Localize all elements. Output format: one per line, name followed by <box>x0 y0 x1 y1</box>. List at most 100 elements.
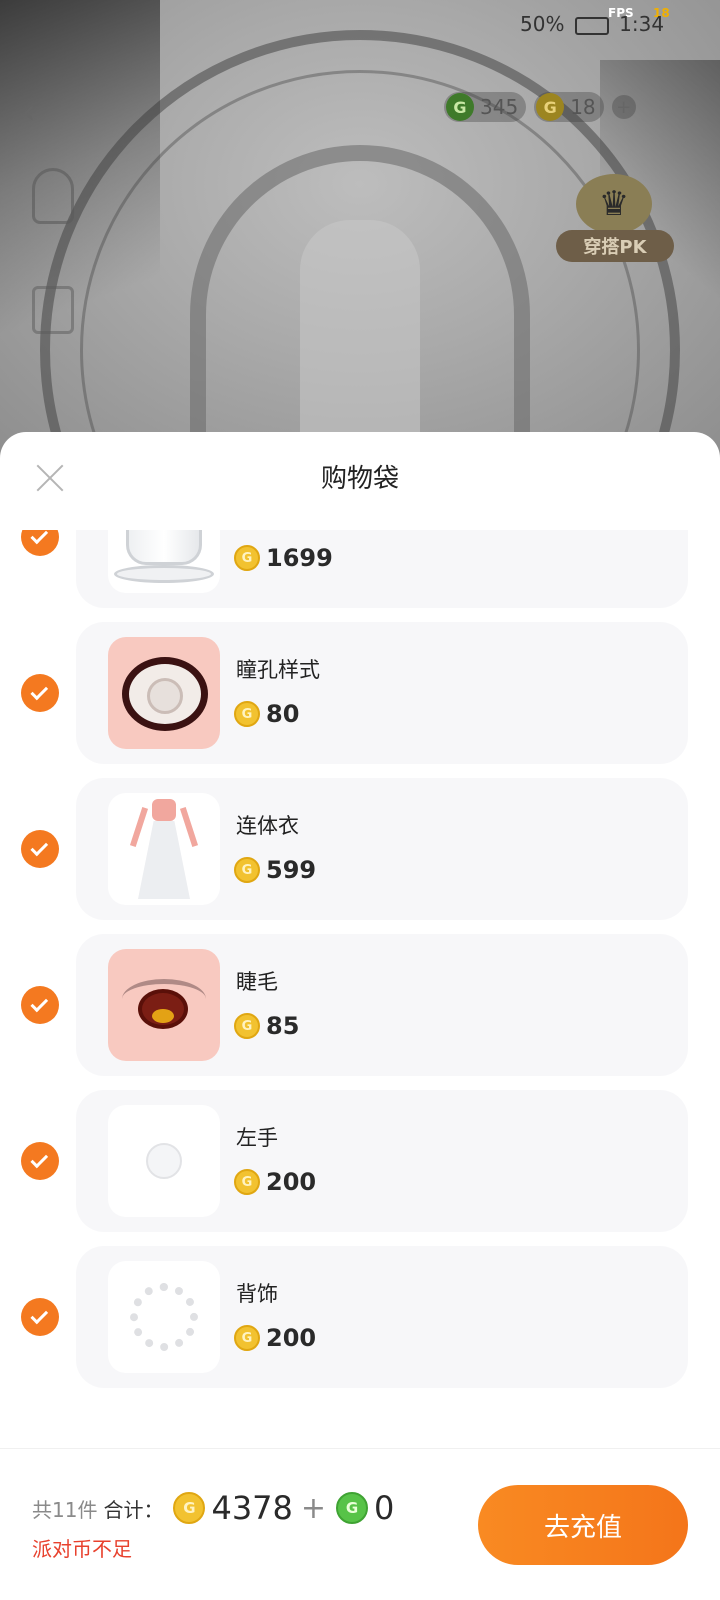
list-item: 瞳孔样式 G 80 <box>0 622 720 764</box>
item-thumbnail <box>108 637 220 749</box>
checkmark-icon <box>30 1306 49 1324</box>
item-price-value: 599 <box>266 856 317 884</box>
green-coin-icon: G <box>336 1492 369 1524</box>
crown-icon: ♛ <box>576 174 652 234</box>
green-total: 0 <box>374 1489 395 1527</box>
item-thumbnail <box>108 793 220 905</box>
item-card[interactable]: 连体衣 G 599 <box>76 778 688 920</box>
glass-vase-base <box>114 565 214 583</box>
glass-vase-image <box>126 530 202 565</box>
list-item: 睫毛 G 85 <box>0 934 720 1076</box>
item-checkbox[interactable] <box>21 1142 59 1180</box>
item-checkbox[interactable] <box>21 986 59 1024</box>
game-background: FPS 18 50% 1:34 ‹ G 345 G 18 + ♛ 穿搭PK <box>0 0 720 460</box>
item-price-value: 85 <box>266 1012 300 1040</box>
list-item: 背景 G 1699 <box>0 530 720 608</box>
item-thumbnail <box>108 1261 220 1373</box>
leaf-decoration-left <box>0 0 160 420</box>
wardrobe-icon[interactable] <box>32 286 74 334</box>
iris <box>147 678 183 714</box>
back-accessory-image <box>130 1283 198 1351</box>
shopping-bag-sheet: 购物袋 背景 G 1699 <box>0 432 720 1600</box>
item-card[interactable]: 睫毛 G 85 <box>76 934 688 1076</box>
checkmark-icon <box>30 530 49 544</box>
party-coin-icon: G <box>234 545 260 571</box>
item-price: G 200 <box>234 1324 316 1352</box>
item-price: G 200 <box>234 1168 316 1196</box>
outfit-pk-label: 穿搭PK <box>556 230 674 262</box>
total-label: 合计： <box>103 1497 164 1522</box>
checkmark-icon <box>30 1150 49 1168</box>
item-name: 背饰 <box>236 1282 278 1306</box>
checkout-footer: 共11件 合计： G 4378 + G 0 派对币不足 去充值 <box>0 1448 720 1600</box>
item-card[interactable]: 左手 G 200 <box>76 1090 688 1232</box>
item-thumbnail <box>108 1105 220 1217</box>
checkmark-icon <box>30 838 49 856</box>
total-summary: 共11件 合计： G 4378 + G 0 <box>32 1489 394 1527</box>
add-currency-icon[interactable]: + <box>611 95 636 119</box>
gold-coin-icon: G <box>536 93 565 121</box>
item-thumbnail <box>108 949 220 1061</box>
battery-icon <box>574 16 609 35</box>
green-coin-icon: G <box>446 93 474 121</box>
skirt <box>138 821 190 899</box>
item-checkbox[interactable] <box>21 830 59 868</box>
item-price-value: 80 <box>266 700 300 728</box>
gold-total: 4378 <box>211 1489 293 1527</box>
item-count: 共11件 <box>32 1497 98 1522</box>
checkmark-icon <box>30 682 49 700</box>
avatar-figure <box>300 220 420 460</box>
list-item: 背饰 G 200 <box>0 1246 720 1388</box>
item-name: 左手 <box>236 1126 278 1150</box>
item-name: 连体衣 <box>236 814 299 838</box>
party-coin-icon: G <box>234 1325 260 1351</box>
outfit-pk-badge[interactable]: ♛ 穿搭PK <box>556 174 674 266</box>
gold-currency-amount: 18 <box>570 95 596 119</box>
clock: 1:34 <box>619 12 665 36</box>
recharge-button[interactable]: 去充值 <box>478 1485 688 1565</box>
item-price-value: 1699 <box>266 544 333 572</box>
item-price: G 1699 <box>234 544 333 572</box>
item-thumbnail <box>108 530 220 593</box>
list-item: 连体衣 G 599 <box>0 778 720 920</box>
battery-percent: 50% <box>520 12 565 36</box>
item-card[interactable]: 背饰 G 200 <box>76 1246 688 1388</box>
item-price: G 80 <box>234 700 299 728</box>
jumpsuit-image <box>129 799 199 899</box>
pupil-style-image <box>122 657 208 731</box>
item-name: 睫毛 <box>236 970 278 994</box>
arm-right <box>179 807 199 847</box>
item-price-value: 200 <box>266 1324 317 1352</box>
party-coin-icon: G <box>234 1169 260 1195</box>
item-checkbox[interactable] <box>21 1298 59 1336</box>
hot-air-balloon-icon[interactable] <box>32 168 74 224</box>
party-coin-icon: G <box>234 1013 260 1039</box>
item-price-value: 200 <box>266 1168 317 1196</box>
bodice <box>152 799 176 821</box>
item-price: G 599 <box>234 856 316 884</box>
left-hand-image <box>146 1143 182 1179</box>
party-coin-icon: G <box>234 701 260 727</box>
sheet-title: 购物袋 <box>320 464 399 494</box>
green-currency-pill[interactable]: G 345 <box>444 92 527 122</box>
insufficient-coins-warning: 派对币不足 <box>32 1537 132 1561</box>
party-coin-icon: G <box>173 1492 206 1524</box>
item-checkbox[interactable] <box>21 530 59 556</box>
eyelash-image <box>122 979 206 1035</box>
gold-currency-pill[interactable]: G 18 <box>534 92 604 122</box>
item-name: 瞳孔样式 <box>236 658 320 682</box>
item-price: G 85 <box>234 1012 299 1040</box>
back-arrow-icon[interactable]: ‹ <box>22 92 36 132</box>
checkmark-icon <box>30 994 49 1012</box>
item-card[interactable]: 瞳孔样式 G 80 <box>76 622 688 764</box>
currency-bar: G 345 G 18 + <box>444 90 636 124</box>
list-item: 左手 G 200 <box>0 1090 720 1232</box>
item-checkbox[interactable] <box>21 674 59 712</box>
party-coin-icon: G <box>234 857 260 883</box>
item-card[interactable]: 背景 G 1699 <box>76 530 688 608</box>
status-bar: 50% 1:34 <box>520 12 664 36</box>
item-list[interactable]: 背景 G 1699 瞳孔样式 G 80 <box>0 530 720 1492</box>
arm-left <box>129 807 149 847</box>
eye-glint <box>152 1009 174 1023</box>
sheet-header: 购物袋 <box>0 432 720 530</box>
